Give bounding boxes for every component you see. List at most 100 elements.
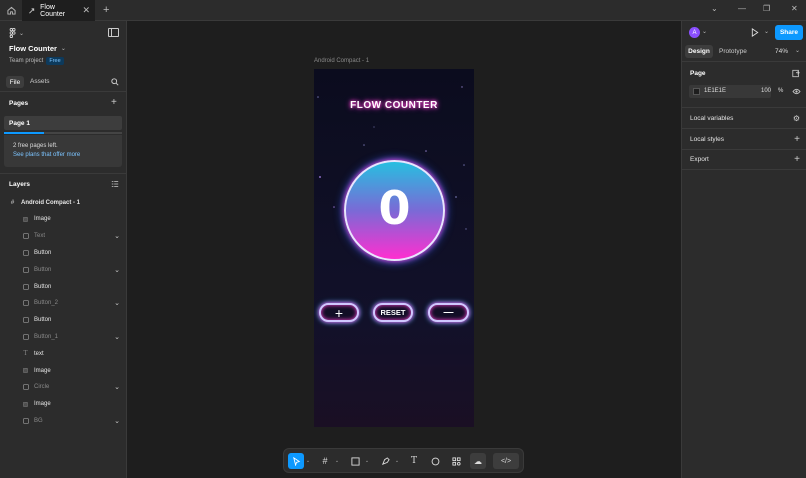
- chevron-down-icon[interactable]: ⌄: [305, 453, 311, 469]
- window-close-icon[interactable]: ✕: [791, 4, 798, 13]
- export-page-icon[interactable]: [792, 69, 800, 78]
- layer-row[interactable]: Button_2 ⌄: [0, 295, 127, 312]
- text-tool[interactable]: T: [406, 453, 422, 469]
- layer-row[interactable]: Ttext: [0, 345, 127, 362]
- chevron-down-icon[interactable]: ⌄: [114, 266, 120, 274]
- chevron-down-icon[interactable]: ⌄: [364, 453, 370, 469]
- minimize-icon[interactable]: —: [738, 4, 746, 13]
- comment-tool[interactable]: [427, 453, 443, 469]
- reset-button[interactable]: RESET: [373, 303, 413, 322]
- frame-icon: [22, 300, 29, 307]
- page-bg-field[interactable]: 1E1E1E 100: [689, 85, 771, 98]
- chevron-down-icon[interactable]: ⌄: [114, 232, 120, 240]
- chevron-down-icon[interactable]: ⌄: [114, 299, 120, 307]
- color-swatch[interactable]: [693, 88, 700, 95]
- bg-opacity-value[interactable]: 100: [761, 88, 771, 94]
- layer-row[interactable]: ▨ Image: [0, 362, 127, 379]
- actions-tool[interactable]: [448, 453, 464, 469]
- file-name-menu[interactable]: Flow Counter ⌄: [9, 44, 66, 53]
- sidebar-toggle-icon[interactable]: [108, 28, 119, 37]
- layer-row[interactable]: Button_1 ⌄: [0, 328, 127, 345]
- chevron-down-icon[interactable]: ⌄: [702, 28, 707, 35]
- chevron-down-icon[interactable]: ⌄: [711, 4, 718, 13]
- layer-row[interactable]: Button: [0, 278, 127, 295]
- chevron-down-icon[interactable]: ⌄: [334, 453, 340, 469]
- chevron-down-icon[interactable]: ⌄: [114, 383, 120, 391]
- layer-row[interactable]: Button: [0, 312, 127, 329]
- local-styles-row[interactable]: Local styles +: [682, 128, 806, 149]
- file-tab[interactable]: Flow Counter ✕: [22, 0, 95, 21]
- tab-assets[interactable]: Assets: [30, 78, 50, 85]
- image-icon: ▨: [22, 401, 29, 408]
- layer-label: Circle: [34, 384, 50, 391]
- shape-tool[interactable]: [347, 453, 363, 469]
- layer-row[interactable]: Circle ⌄: [0, 379, 127, 396]
- pages-progress: [4, 132, 122, 134]
- decrement-button[interactable]: —: [428, 303, 469, 322]
- add-export-icon[interactable]: +: [794, 154, 800, 165]
- tab-design[interactable]: Design: [685, 45, 713, 58]
- image-icon: ▨: [22, 216, 29, 223]
- frame-icon: [22, 384, 29, 391]
- new-tab-button[interactable]: +: [103, 4, 109, 16]
- right-panel: A ⌄ ⌄ Share Design Prototype 74% ⌄ Page …: [681, 21, 806, 478]
- layer-row[interactable]: ▨ Image: [0, 211, 127, 228]
- local-variables-label: Local variables: [690, 114, 734, 122]
- export-row[interactable]: Export +: [682, 149, 806, 170]
- increment-button[interactable]: +: [319, 303, 359, 322]
- add-style-icon[interactable]: +: [794, 134, 800, 145]
- chevron-down-icon[interactable]: ⌄: [764, 28, 769, 35]
- see-plans-link[interactable]: See plans that offer more: [13, 152, 80, 158]
- components-icon: [451, 456, 461, 466]
- title-bar: Flow Counter ✕ + ⌄ — ❐ ✕: [0, 0, 806, 21]
- share-button[interactable]: Share: [775, 25, 803, 40]
- layer-row[interactable]: Text ⌄: [0, 228, 127, 245]
- chevron-down-icon[interactable]: ⌄: [394, 453, 400, 469]
- home-icon: [6, 6, 16, 15]
- layer-label: Image: [34, 401, 51, 408]
- layer-label: text: [34, 350, 44, 357]
- plugin-tool[interactable]: ☁: [470, 453, 486, 469]
- layer-frame-row[interactable]: # Android Compact - 1: [0, 194, 127, 211]
- rectangle-icon: [350, 456, 360, 466]
- layer-row[interactable]: BG ⌄: [0, 412, 127, 429]
- bg-hex-value[interactable]: 1E1E1E: [704, 88, 726, 94]
- chevron-down-icon[interactable]: ⌄: [114, 333, 120, 341]
- figma-logo-icon: [9, 28, 16, 38]
- frame-android-compact[interactable]: FLOW COUNTER 0 + RESET —: [314, 69, 474, 427]
- layer-row[interactable]: Button: [0, 244, 127, 261]
- frame-label[interactable]: Android Compact - 1: [314, 58, 369, 64]
- plan-badge[interactable]: Free: [46, 57, 64, 65]
- add-page-button[interactable]: +: [111, 97, 117, 108]
- restore-icon[interactable]: ❐: [763, 4, 770, 13]
- page-item-page-1[interactable]: Page 1: [4, 116, 122, 130]
- dev-mode-toggle[interactable]: </>: [493, 453, 519, 469]
- chevron-down-icon[interactable]: ⌄: [114, 417, 120, 425]
- avatar[interactable]: A: [689, 27, 700, 38]
- layer-row[interactable]: Button ⌄: [0, 261, 127, 278]
- frame-icon: #: [10, 199, 15, 206]
- zoom-level[interactable]: 74%: [775, 48, 788, 55]
- layer-row[interactable]: ▨ Image: [0, 396, 127, 413]
- variables-settings-icon[interactable]: ⚙: [793, 114, 800, 123]
- tab-file[interactable]: File: [6, 76, 24, 88]
- frame-icon: #: [322, 456, 328, 466]
- layer-list-icon[interactable]: [111, 180, 119, 188]
- search-icon[interactable]: [111, 78, 119, 86]
- chevron-down-icon[interactable]: ⌄: [795, 47, 800, 54]
- canvas[interactable]: Android Compact - 1 FLOW COUNTER 0 + RES…: [128, 21, 681, 478]
- frame-icon: [22, 249, 29, 256]
- close-tab-icon[interactable]: ✕: [82, 5, 90, 16]
- tab-prototype[interactable]: Prototype: [719, 48, 747, 55]
- local-variables-row[interactable]: Local variables ⚙: [682, 107, 806, 128]
- frame-tool[interactable]: #: [317, 453, 333, 469]
- counter-value: 0: [378, 181, 411, 235]
- code-icon: </>: [500, 457, 512, 465]
- home-button[interactable]: [3, 3, 19, 18]
- bottom-toolbar: ⌄ # ⌄ ⌄ ⌄ T ☁ </>: [283, 448, 524, 473]
- eye-icon[interactable]: [792, 88, 801, 95]
- present-icon[interactable]: [751, 28, 759, 37]
- main-menu[interactable]: ⌄: [9, 28, 24, 38]
- move-tool[interactable]: [288, 453, 304, 469]
- pen-tool[interactable]: [377, 453, 393, 469]
